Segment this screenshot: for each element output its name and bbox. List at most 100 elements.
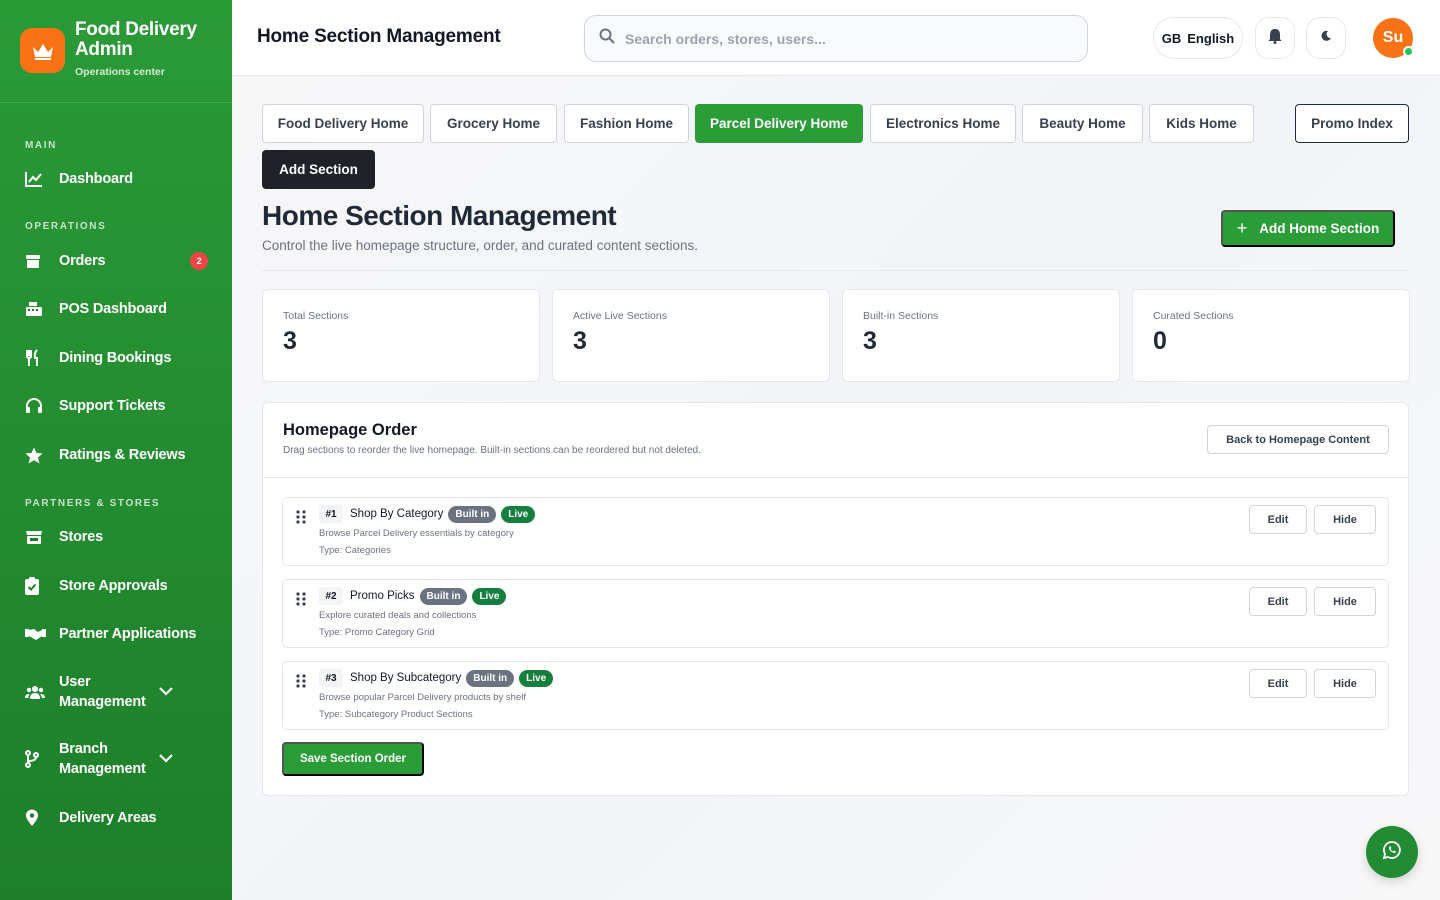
save-section-order-button[interactable]: Save Section Order	[282, 742, 424, 776]
promo-index-button[interactable]: Promo Index	[1295, 104, 1409, 143]
sidebar-item-label: Store Approvals	[59, 578, 168, 594]
sidebar-item-dining[interactable]: Dining Bookings	[25, 348, 208, 368]
user-avatar[interactable]: Su	[1373, 18, 1414, 58]
language-label: English	[1187, 30, 1235, 46]
section-row[interactable]: #1 Shop By Category Built in Live Browse…	[282, 497, 1389, 566]
chevron-down-icon[interactable]	[159, 684, 173, 700]
sidebar-item-branch-management[interactable]: Branch Management	[25, 739, 208, 779]
crown-logo-icon	[20, 28, 65, 73]
nav-section-operations: OPERATIONS	[25, 221, 107, 232]
add-home-section-button[interactable]: + Add Home Section	[1221, 210, 1395, 247]
brand: Food Delivery Admin Operations center	[0, 0, 232, 103]
sidebar-item-label: Dining Bookings	[59, 350, 172, 366]
sidebar-item-stores[interactable]: Stores	[25, 527, 208, 547]
nav-section-partners: PARTNERS & STORES	[25, 498, 161, 509]
built-in-badge: Built in	[466, 669, 515, 687]
section-type: Type: Categories	[319, 545, 391, 556]
tab-parcel-delivery-home[interactable]: Parcel Delivery Home	[695, 104, 863, 143]
sidebar-item-orders[interactable]: Orders 2	[25, 251, 208, 271]
section-order-number: #1	[319, 505, 343, 523]
edit-button[interactable]: Edit	[1249, 587, 1307, 616]
stat-value: 3	[863, 327, 877, 355]
section-description: Browse Parcel Delivery essentials by cat…	[319, 528, 514, 539]
whatsapp-chat-button[interactable]	[1366, 826, 1418, 878]
section-row[interactable]: #2 Promo Picks Built in Live Explore cur…	[282, 579, 1389, 648]
section-type: Type: Subcategory Product Sections	[319, 709, 473, 720]
sidebar-item-delivery-areas[interactable]: Delivery Areas	[25, 808, 208, 828]
nav-section-main: MAIN	[25, 140, 57, 151]
page-subtitle: Control the live homepage structure, ord…	[262, 238, 699, 253]
sidebar-item-pos[interactable]: POS Dashboard	[25, 299, 208, 319]
section-row[interactable]: #3 Shop By Subcategory Built in Live Bro…	[282, 661, 1389, 730]
chevron-down-icon[interactable]	[159, 751, 173, 767]
hide-button[interactable]: Hide	[1314, 505, 1376, 534]
tab-grocery-home[interactable]: Grocery Home	[430, 104, 557, 143]
stat-label: Curated Sections	[1153, 310, 1234, 322]
plus-icon: +	[1236, 218, 1248, 238]
box-icon	[25, 251, 47, 271]
sidebar-item-label: Delivery Areas	[59, 810, 157, 826]
hide-button[interactable]: Hide	[1314, 587, 1376, 616]
tab-kids-home[interactable]: Kids Home	[1149, 104, 1254, 143]
brand-subtitle: Operations center	[75, 66, 165, 78]
divider	[262, 270, 1409, 271]
main-content: Food Delivery Home Grocery Home Fashion …	[232, 77, 1440, 900]
language-selector[interactable]: GB English	[1153, 17, 1243, 59]
tab-food-delivery-home[interactable]: Food Delivery Home	[262, 104, 424, 143]
section-description: Browse popular Parcel Delivery products …	[319, 692, 526, 703]
sidebar-item-partner-applications[interactable]: Partner Applications	[25, 624, 208, 644]
store-icon	[25, 527, 47, 547]
drag-handle-icon[interactable]	[296, 510, 306, 529]
code-branch-icon	[25, 749, 47, 769]
theme-toggle-button[interactable]	[1306, 17, 1346, 59]
add-section-button[interactable]: Add Section	[262, 150, 375, 189]
tab-fashion-home[interactable]: Fashion Home	[564, 104, 689, 143]
orders-count-badge: 2	[190, 252, 208, 270]
sidebar-item-label: Branch Management	[59, 741, 146, 777]
sidebar: Food Delivery Admin Operations center MA…	[0, 0, 232, 900]
brand-title: Food Delivery Admin	[75, 19, 197, 60]
stat-label: Active Live Sections	[573, 310, 667, 322]
sidebar-item-user-management[interactable]: User Management	[25, 672, 208, 712]
sidebar-item-label: POS Dashboard	[59, 301, 167, 317]
live-status-badge: Live	[501, 505, 536, 523]
drag-handle-icon[interactable]	[296, 592, 306, 611]
live-status-badge: Live	[519, 669, 554, 687]
chart-line-icon	[25, 169, 47, 189]
page-title: Home Section Management	[262, 200, 617, 231]
sidebar-item-approvals[interactable]: Store Approvals	[25, 576, 208, 596]
notifications-button[interactable]	[1255, 17, 1295, 59]
edit-button[interactable]: Edit	[1249, 669, 1307, 698]
stat-value: 3	[283, 327, 297, 355]
online-status-dot	[1403, 46, 1414, 57]
avatar-initials: Su	[1382, 29, 1404, 46]
stat-card-built-in: Built-in Sections 3	[842, 289, 1120, 382]
sidebar-item-dashboard[interactable]: Dashboard	[25, 169, 208, 189]
header-title: Home Section Management	[257, 26, 501, 47]
hide-button[interactable]: Hide	[1314, 669, 1376, 698]
sidebar-item-label: User Management	[59, 674, 146, 710]
sidebar-item-ratings[interactable]: Ratings & Reviews	[25, 445, 208, 465]
tab-electronics-home[interactable]: Electronics Home	[870, 104, 1016, 143]
star-icon	[25, 445, 47, 465]
section-order-number: #3	[319, 669, 343, 687]
sidebar-item-support[interactable]: Support Tickets	[25, 396, 208, 416]
tab-beauty-home[interactable]: Beauty Home	[1022, 104, 1143, 143]
stat-card-active-live: Active Live Sections 3	[552, 289, 830, 382]
sidebar-item-label: Dashboard	[59, 171, 133, 187]
homepage-order-panel: Homepage Order Drag sections to reorder …	[262, 402, 1409, 796]
top-header: Home Section Management GB English Su	[232, 0, 1440, 76]
utensils-icon	[25, 348, 47, 368]
search-bar[interactable]	[584, 15, 1088, 62]
section-name: Shop By Subcategory	[350, 672, 462, 684]
drag-handle-icon[interactable]	[296, 674, 306, 693]
search-input[interactable]	[625, 30, 1065, 47]
sidebar-item-label: Orders	[59, 253, 106, 269]
headset-icon	[25, 396, 47, 416]
live-status-badge: Live	[472, 587, 507, 605]
sidebar-item-label: Stores	[59, 529, 103, 545]
moon-icon	[1320, 29, 1332, 47]
search-icon	[599, 28, 615, 49]
back-to-homepage-content-button[interactable]: Back to Homepage Content	[1207, 425, 1389, 454]
edit-button[interactable]: Edit	[1249, 505, 1307, 534]
